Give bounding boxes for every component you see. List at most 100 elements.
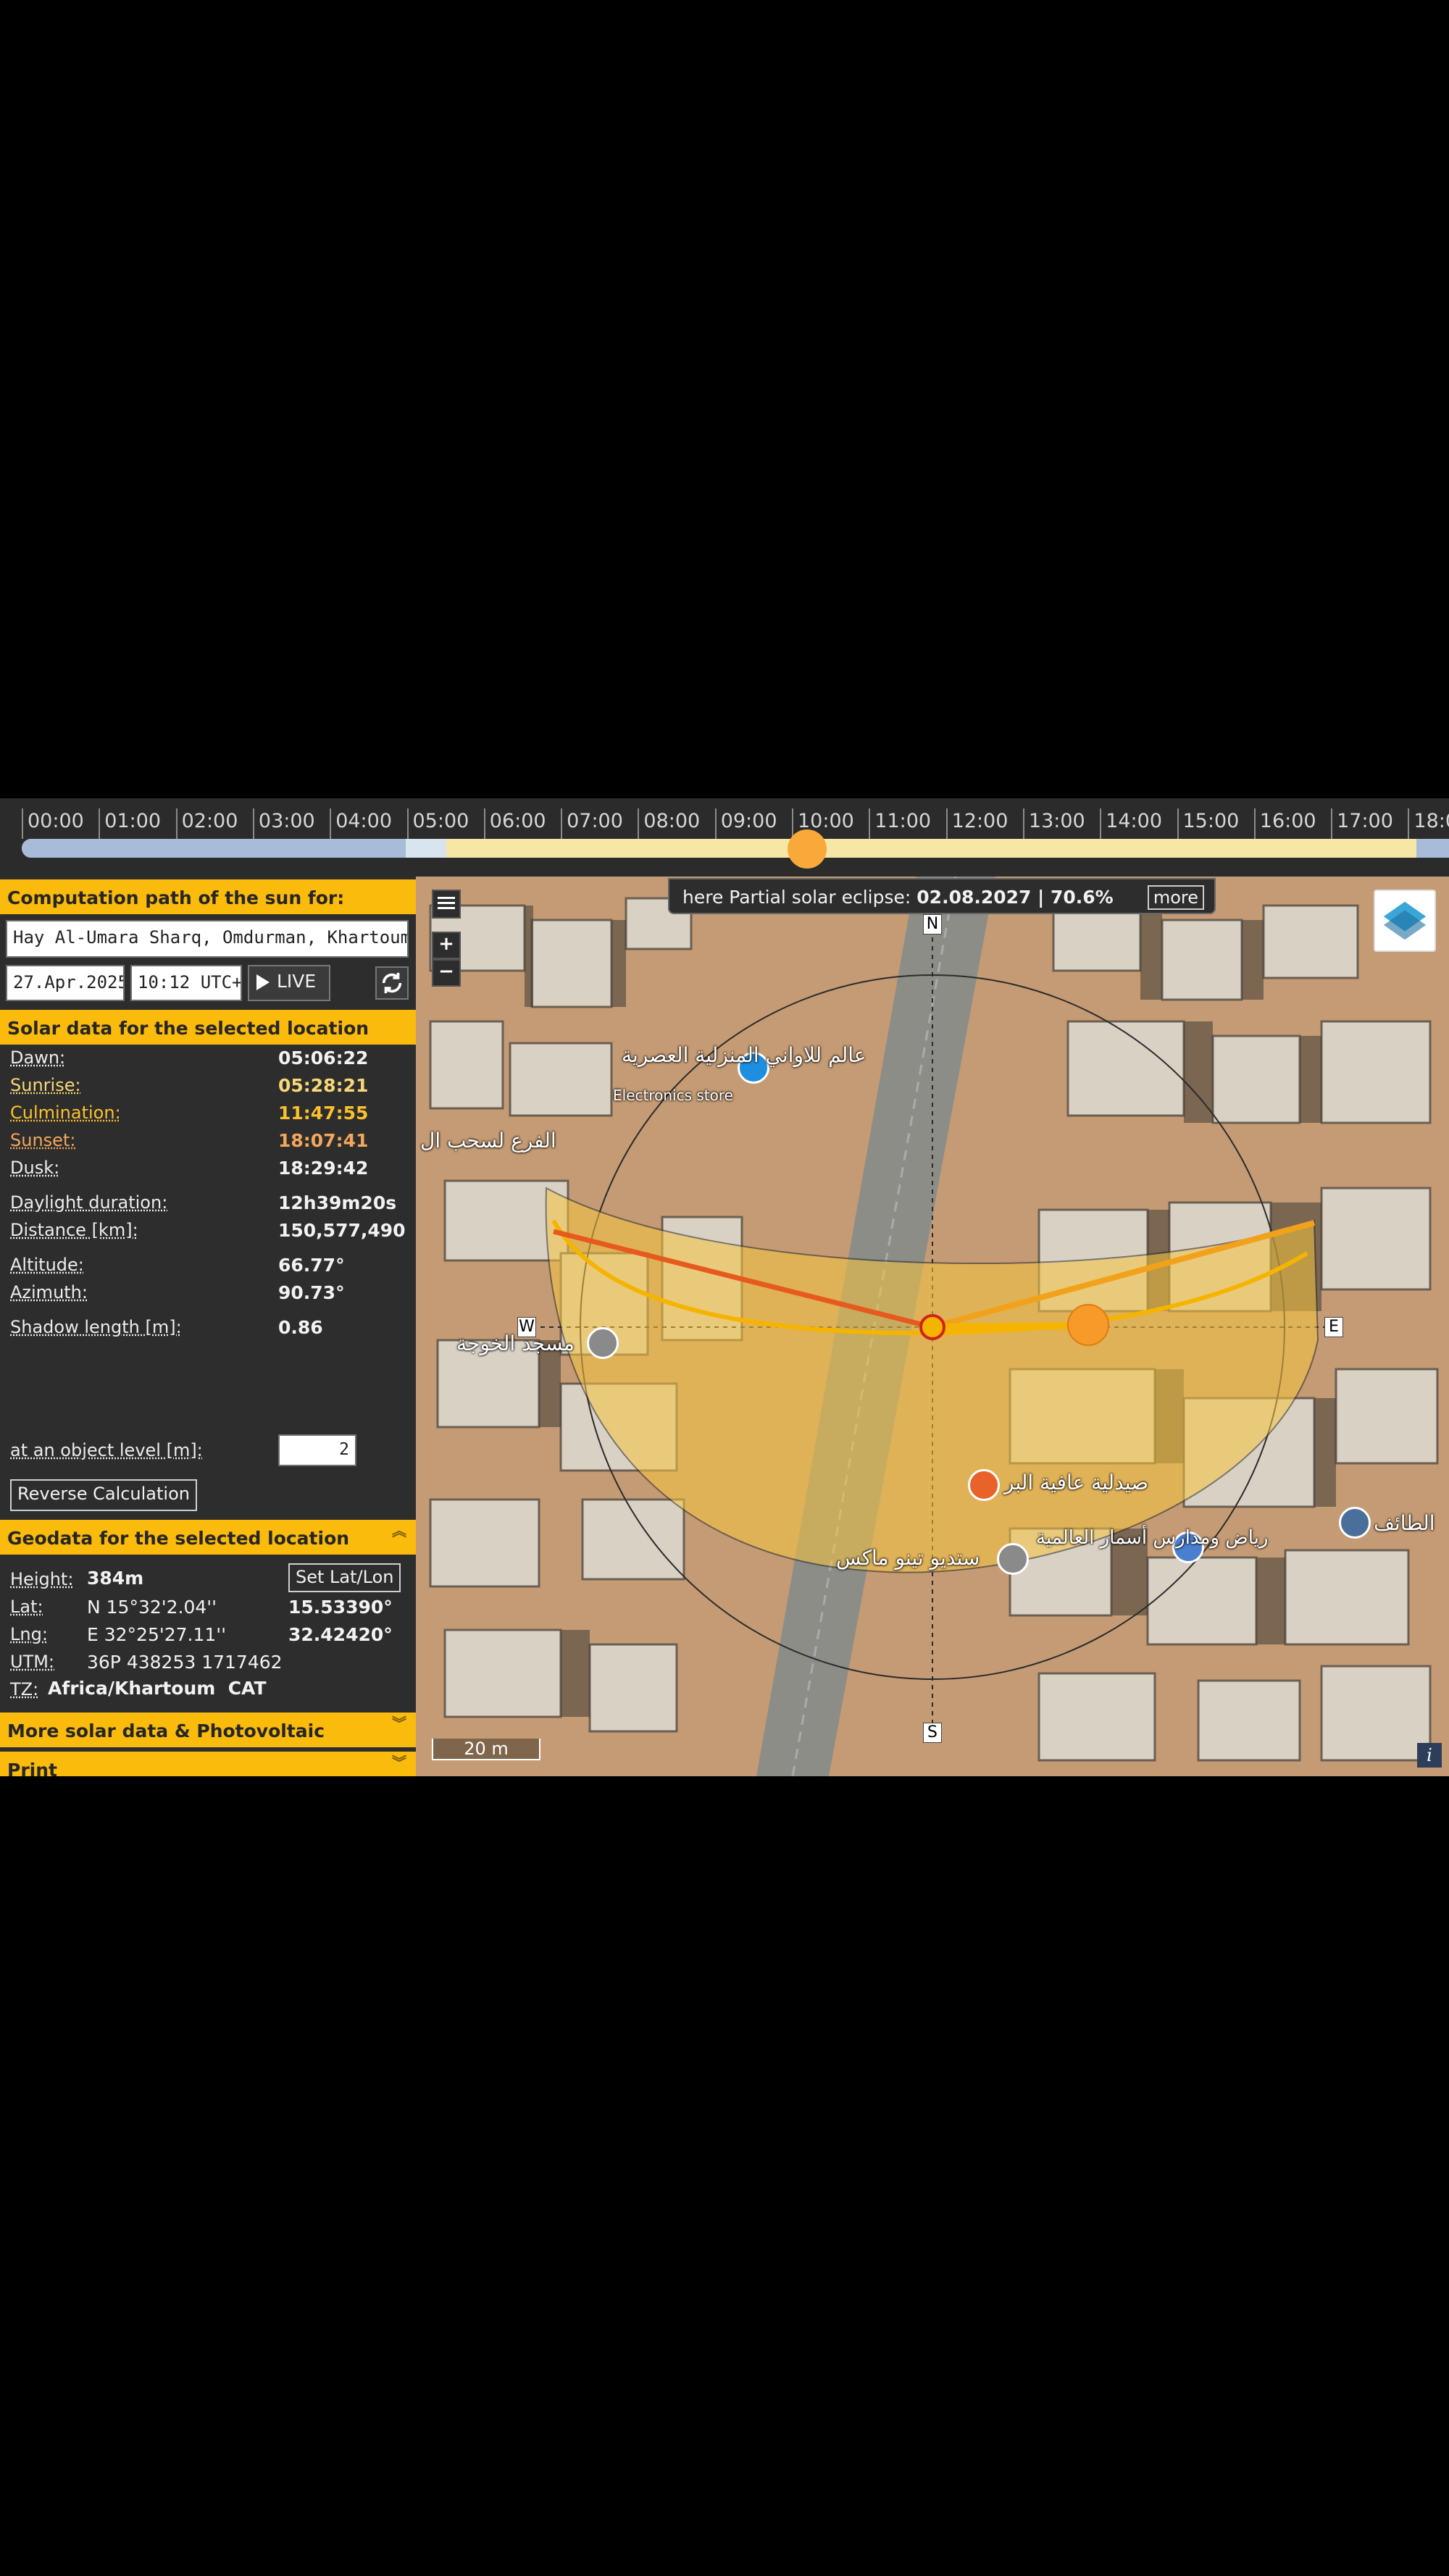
time-input[interactable]: 10:12 UTC+2: [130, 965, 242, 1001]
timeline-tick: [330, 808, 332, 839]
tz-value: Africa/Khartoum CAT: [48, 1678, 267, 1699]
object-level-label: at an object level [m]:: [10, 1440, 203, 1460]
refresh-button[interactable]: [375, 966, 409, 1000]
timeline-hour-label: 03:00: [258, 810, 315, 832]
eclipse-more-button[interactable]: more: [1147, 885, 1204, 910]
time-slider[interactable]: 00:00 01:00 02:00 03:00 04:00 05:00 06:00 07:00…: [0, 798, 1449, 877]
timeline-hour-label: 04:00: [335, 810, 392, 832]
timeline-hour-label: 07:00: [567, 810, 623, 832]
timeline-tick: [1177, 808, 1179, 839]
solar-value: 18:07:41: [278, 1130, 369, 1151]
time-track-twilight-segment: [406, 839, 446, 858]
height-label: Height:: [10, 1569, 74, 1589]
solar-label: Culmination:: [10, 1103, 121, 1123]
solar-label: Altitude:: [10, 1255, 84, 1275]
place-icon[interactable]: [1339, 1507, 1371, 1539]
timeline-tick: [1408, 808, 1410, 839]
studio-label: ستديو تينو ماكس: [836, 1546, 980, 1570]
timeline-tick: [945, 808, 948, 839]
compass-north: N: [923, 914, 942, 934]
section-header-path[interactable]: Computation path of the sun for:: [0, 878, 416, 914]
time-slider-handle[interactable]: [788, 829, 827, 869]
section-title: Computation path of the sun for:: [7, 887, 345, 908]
section-title: Geodata for the selected location: [7, 1528, 350, 1549]
height-value: 384m: [87, 1568, 144, 1589]
store-label-english: Electronics store: [613, 1087, 733, 1104]
compass-south: S: [923, 1723, 942, 1743]
lng-label: Lng:: [10, 1624, 48, 1644]
timeline-tick: [869, 808, 871, 839]
school-label: رياض ومدارس أسمار العالمية: [1036, 1527, 1269, 1549]
timeline-tick: [1331, 808, 1333, 839]
section-header-more-solar[interactable]: More solar data & Photovoltaic ︾: [0, 1711, 416, 1747]
expand-down-icon[interactable]: ︾: [390, 1716, 409, 1741]
solar-value: 90.73°: [278, 1282, 345, 1303]
timeline-hour-label: 02:00: [181, 810, 238, 832]
mosque-label: مسجد الخوجة: [456, 1331, 575, 1355]
timeline-hour-label: 06:00: [489, 810, 546, 832]
solar-label: Daylight duration:: [10, 1192, 168, 1213]
section-title: Print: [7, 1760, 57, 1776]
timeline-tick: [1253, 808, 1256, 839]
sun-position-marker[interactable]: [1067, 1304, 1109, 1346]
set-lat-lon-button[interactable]: Set Lat/Lon: [288, 1563, 401, 1592]
date-input[interactable]: 27.Apr.2025: [6, 965, 125, 1001]
section-header-print[interactable]: Print ︾: [0, 1750, 416, 1776]
solar-value: 11:47:55: [278, 1103, 369, 1124]
solar-label: Sunrise:: [10, 1075, 81, 1095]
timeline-hour-label: 09:00: [720, 810, 777, 832]
solar-label: Dawn:: [10, 1047, 66, 1068]
section-title: More solar data & Photovoltaic: [7, 1720, 325, 1741]
timeline-hour-label: 11:00: [874, 810, 932, 832]
location-input[interactable]: Hay Al-Umara Sharq, Omdurman, Khartoum, …: [6, 920, 409, 958]
lat-label: Lat:: [10, 1597, 43, 1617]
minus-icon: −: [438, 961, 454, 982]
branch-label: الفرع لسحب ال: [420, 1129, 556, 1153]
solar-value: 12h39m20s: [278, 1192, 397, 1213]
zoom-out-button[interactable]: −: [432, 959, 461, 987]
play-icon: [256, 974, 270, 990]
timeline-hour-label: 14:00: [1106, 810, 1162, 832]
zoom-in-button[interactable]: +: [432, 932, 461, 959]
map-layers-button[interactable]: [1374, 890, 1436, 952]
mosque-icon[interactable]: [587, 1327, 619, 1359]
reverse-calculation-button[interactable]: Reverse Calculation: [10, 1479, 197, 1511]
timeline-hour-label: 15:00: [1182, 810, 1240, 832]
solar-label: Sunset:: [10, 1130, 76, 1150]
timeline-tick: [638, 808, 640, 839]
utm-value: 36P 438253 1717462: [87, 1652, 283, 1673]
expand-down-icon[interactable]: ︾: [390, 1755, 409, 1776]
map-scale-bar: 20 m: [432, 1739, 540, 1760]
lat-decimal: 15.53390°: [288, 1597, 393, 1618]
solar-value: 66.77°: [278, 1255, 345, 1276]
timeline-tick: [1022, 808, 1024, 839]
timeline-tick: [22, 808, 23, 839]
location-pin-marker[interactable]: [919, 1314, 945, 1340]
eclipse-prefix: here Partial solar eclipse:: [682, 887, 917, 908]
satellite-map[interactable]: N S E W عالم للاواني المنزلية العصرية El…: [416, 877, 1449, 1776]
collapse-up-icon[interactable]: ︽: [390, 1523, 409, 1549]
info-icon[interactable]: i: [1417, 1743, 1442, 1768]
layers-menu-button[interactable]: [432, 890, 461, 919]
pharmacy-icon[interactable]: [968, 1469, 1000, 1501]
refresh-icon: [382, 972, 402, 994]
live-button[interactable]: LIVE: [248, 965, 330, 1001]
timeline-tick: [1100, 808, 1102, 839]
solar-label: Dusk:: [10, 1158, 60, 1178]
lat-dms: N 15°32'2.04'': [87, 1597, 217, 1618]
section-header-solar[interactable]: Solar data for the selected location: [0, 1008, 416, 1045]
eclipse-value: 02.08.2027 | 70.6%: [916, 887, 1114, 908]
camera-icon[interactable]: [997, 1543, 1029, 1575]
taif-label: الطائف: [1374, 1511, 1435, 1535]
solar-value: 18:29:42: [278, 1158, 369, 1179]
live-label: LIVE: [277, 971, 317, 992]
object-level-input[interactable]: 2: [278, 1434, 356, 1466]
section-header-geodata[interactable]: Geodata for the selected location ︽: [0, 1518, 416, 1555]
timeline-hour-label: 13:00: [1028, 810, 1085, 832]
side-panel: Computation path of the sun for: Hay Al-…: [0, 877, 416, 1776]
plus-icon: +: [438, 933, 454, 955]
lng-dms: E 32°25'27.11'': [87, 1624, 227, 1645]
time-track-night-segment: [22, 839, 406, 858]
solar-value: 150,577,490: [278, 1220, 406, 1241]
tz-label: TZ:: [10, 1679, 39, 1699]
